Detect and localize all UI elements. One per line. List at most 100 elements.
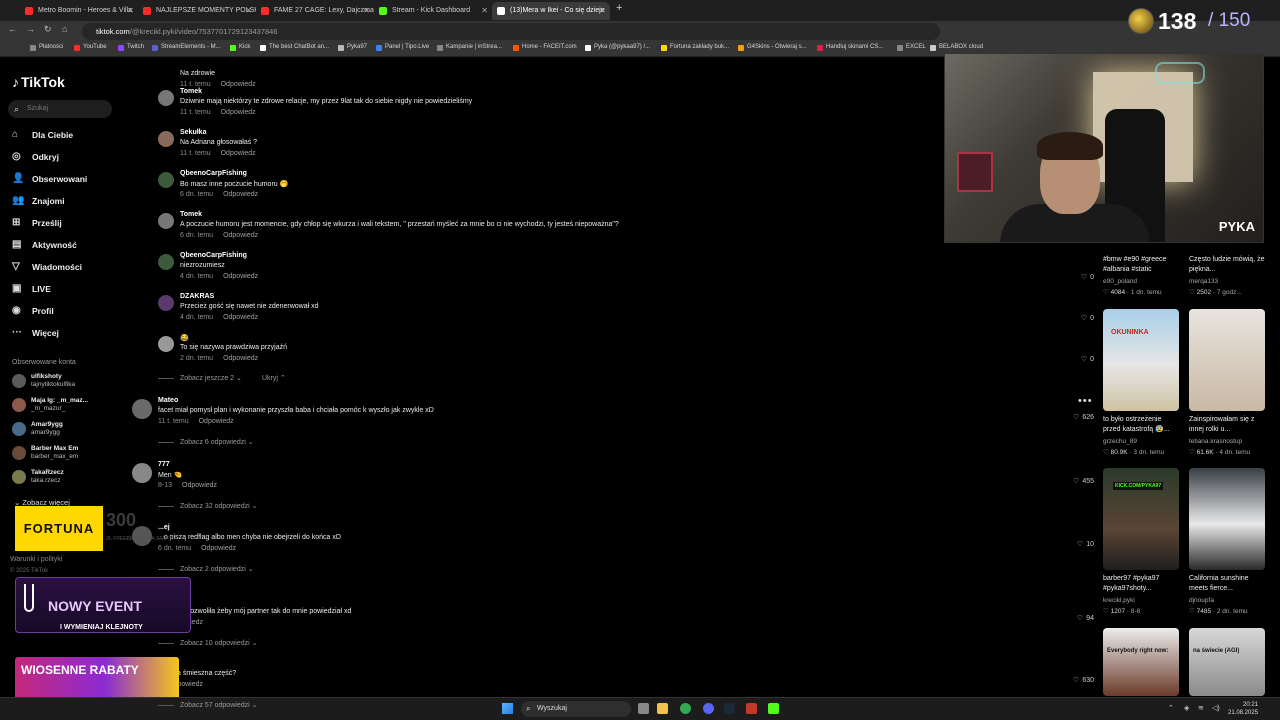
avatar[interactable]	[132, 399, 152, 419]
kick-icon[interactable]	[768, 703, 779, 714]
home-icon[interactable]: ⌂	[62, 24, 67, 34]
file-explorer-icon[interactable]	[657, 703, 668, 714]
bookmark-item[interactable]: Płatności	[30, 44, 63, 51]
tray-chevron-icon[interactable]: ⌃	[1168, 704, 1174, 712]
video-thumbnail[interactable]: KICK.COM/PYKA97	[1103, 468, 1179, 570]
video-user[interactable]: merqa133	[1189, 278, 1218, 285]
taskbar-search[interactable]: ⌕ Wyszukaj	[521, 701, 631, 717]
reload-icon[interactable]: ↻	[44, 24, 52, 35]
comment-author[interactable]: QbeenoCarpFishing	[180, 170, 247, 177]
comment-author[interactable]: 😂	[180, 334, 189, 342]
reply-button[interactable]: Odpowiedz	[221, 109, 256, 116]
reply-button[interactable]: Odpowiedz	[221, 81, 256, 88]
bookmark-item[interactable]: EXCEL	[897, 44, 926, 51]
bookmark-item[interactable]: Pyka97	[338, 44, 367, 51]
show-more-replies[interactable]: Zobacz jeszcze 2 ⌄	[158, 374, 242, 382]
video-thumbnail[interactable]	[1189, 468, 1265, 570]
followed-account[interactable]: Barber Max Em barber_max_em	[12, 443, 116, 465]
browser-tab[interactable]: (13)Mera w Ikei - Co się dzieje ✕	[492, 2, 610, 20]
sidebar-item-activity[interactable]: ▤ Aktywność	[12, 237, 112, 253]
bookmark-item[interactable]: Twitch	[118, 44, 144, 51]
avatar[interactable]	[158, 336, 174, 352]
tab-close-icon[interactable]: ✕	[481, 2, 488, 20]
obs-icon[interactable]	[746, 703, 757, 714]
bookmark-item[interactable]: Home - FACEIT.com	[513, 44, 577, 51]
avatar[interactable]	[158, 172, 174, 188]
bookmark-item[interactable]: YouTube	[74, 44, 107, 51]
video-user[interactable]: tetiana.krasnostup	[1189, 438, 1242, 445]
video-title[interactable]: Często ludzie mówią, że piękna...	[1189, 255, 1265, 275]
sidebar-item-compass[interactable]: ◎ Odkryj	[12, 149, 112, 165]
view-replies-button[interactable]: Zobacz 6 odpowiedzi ⌄	[158, 438, 254, 446]
comment-author[interactable]: Tomek	[180, 88, 202, 95]
sidebar-item-home[interactable]: ⌂ Dla Ciebie	[12, 127, 112, 143]
browser-tab[interactable]: FAME 27 CAGE: Lexy, Dajczma ✕	[256, 2, 374, 20]
steam-icon[interactable]	[724, 703, 735, 714]
reply-button[interactable]: Odpowiedz	[223, 314, 258, 321]
comment-author[interactable]: Tomek	[180, 211, 202, 218]
bookmark-item[interactable]: Kick	[230, 44, 250, 51]
video-user[interactable]: krecikl.pyki	[1103, 597, 1135, 604]
reply-button[interactable]: Odpowiedz	[223, 273, 258, 280]
bookmark-item[interactable]: Panel | Tipo.Live	[376, 44, 429, 51]
bookmark-item[interactable]: Kampanie | inStrea...	[437, 44, 502, 51]
followed-account[interactable]: ulfikshoty tajnytiktokulfika	[12, 371, 116, 393]
view-replies-button[interactable]: Zobacz 32 odpowiedzi ⌄	[158, 502, 257, 510]
video-thumbnail[interactable]	[1189, 309, 1265, 411]
volume-icon[interactable]: ◁)	[1212, 704, 1220, 712]
like-button[interactable]: ♡ 455	[1066, 477, 1094, 485]
comment-author[interactable]: ...ej	[158, 524, 170, 531]
reply-button[interactable]: Odpowiedz	[223, 355, 258, 362]
wifi-icon[interactable]: ≋	[1198, 704, 1204, 712]
url-bar[interactable]: tiktok.com/@krecikl.pyki/video/753770172…	[82, 23, 940, 40]
sidebar-item-more[interactable]: ··· Więcej	[12, 325, 112, 341]
more-options-icon[interactable]: •••	[1078, 395, 1093, 407]
bookmark-item[interactable]: Fortuna zakłady buk...	[661, 44, 729, 51]
bookmark-item[interactable]: Handluj skinami CS...	[817, 44, 883, 51]
sidebar-item-profile[interactable]: ◉ Profil	[12, 303, 112, 319]
bookmark-item[interactable]: Pyka (@pykaa97) /...	[585, 44, 650, 51]
bookmark-item[interactable]: The best ChatBot an...	[260, 44, 329, 51]
reply-button[interactable]: Odpowiedz	[201, 545, 236, 552]
comment-author[interactable]: 777	[158, 461, 170, 468]
network-icon[interactable]: ◈	[1184, 704, 1189, 712]
video-user[interactable]: e90_poland	[1103, 278, 1137, 285]
like-button[interactable]: ♡ 630	[1066, 676, 1094, 684]
video-user[interactable]: djnoupfa	[1189, 597, 1214, 604]
tiktok-logo[interactable]: ♪ TikTok	[12, 74, 65, 90]
bookmark-item[interactable]: G4Skins - Otwieraj s...	[738, 44, 807, 51]
avatar[interactable]	[158, 295, 174, 311]
sidebar-item-following[interactable]: 👤 Obserwowani	[12, 171, 112, 187]
reply-button[interactable]: Odpowiedz	[199, 418, 234, 425]
forward-icon[interactable]: →	[26, 24, 35, 34]
avatar[interactable]	[158, 131, 174, 147]
reply-button[interactable]: Odpowiedz	[182, 482, 217, 489]
reply-button[interactable]: Odpowiedz	[221, 150, 256, 157]
tab-close-icon[interactable]: ✕	[245, 2, 252, 20]
browser-tab[interactable]: Stream - Kick Dashboard ✕	[374, 2, 492, 20]
bookmark-item[interactable]: BELABOX cloud	[930, 44, 983, 51]
task-view-icon[interactable]	[638, 703, 649, 714]
new-tab-button[interactable]: +	[616, 2, 622, 14]
like-button[interactable]: ♡ 94	[1066, 614, 1094, 622]
bookmark-item[interactable]: StreamElements - M...	[152, 44, 221, 51]
video-thumbnail[interactable]: OKUNINKA	[1103, 309, 1179, 411]
back-icon[interactable]: ←	[8, 24, 17, 34]
comment-author[interactable]: DZAKRAS	[180, 293, 214, 300]
like-button[interactable]: ♡ 0	[1066, 273, 1094, 281]
hide-replies-button[interactable]: Ukryj ⌃	[262, 374, 286, 382]
followed-account[interactable]: Maja Ig: _m_maz... _m_mazur_	[12, 395, 116, 417]
video-thumbnail[interactable]: na świecie (AGI)	[1189, 628, 1265, 696]
footer-links[interactable]: Warunki i polityki	[10, 556, 62, 563]
tab-close-icon[interactable]: ✕	[127, 2, 134, 20]
like-button[interactable]: ♡ 0	[1066, 314, 1094, 322]
followed-account[interactable]: TakaRzecz taka.rzecz	[12, 467, 116, 489]
sidebar-item-live[interactable]: ▣ LIVE	[12, 281, 112, 297]
sidebar-item-upload[interactable]: ⊞ Prześlij	[12, 215, 112, 231]
discord-icon[interactable]	[703, 703, 714, 714]
comment-author[interactable]: Sekułka	[180, 129, 206, 136]
sidebar-item-friends[interactable]: 👥 Znajomi	[12, 193, 112, 209]
sidebar-item-messages[interactable]: ▽ Wiadomości	[12, 259, 112, 275]
taskbar-clock[interactable]: 20:21 21.08.2025	[1228, 701, 1258, 717]
tab-close-icon[interactable]: ✕	[599, 2, 606, 20]
